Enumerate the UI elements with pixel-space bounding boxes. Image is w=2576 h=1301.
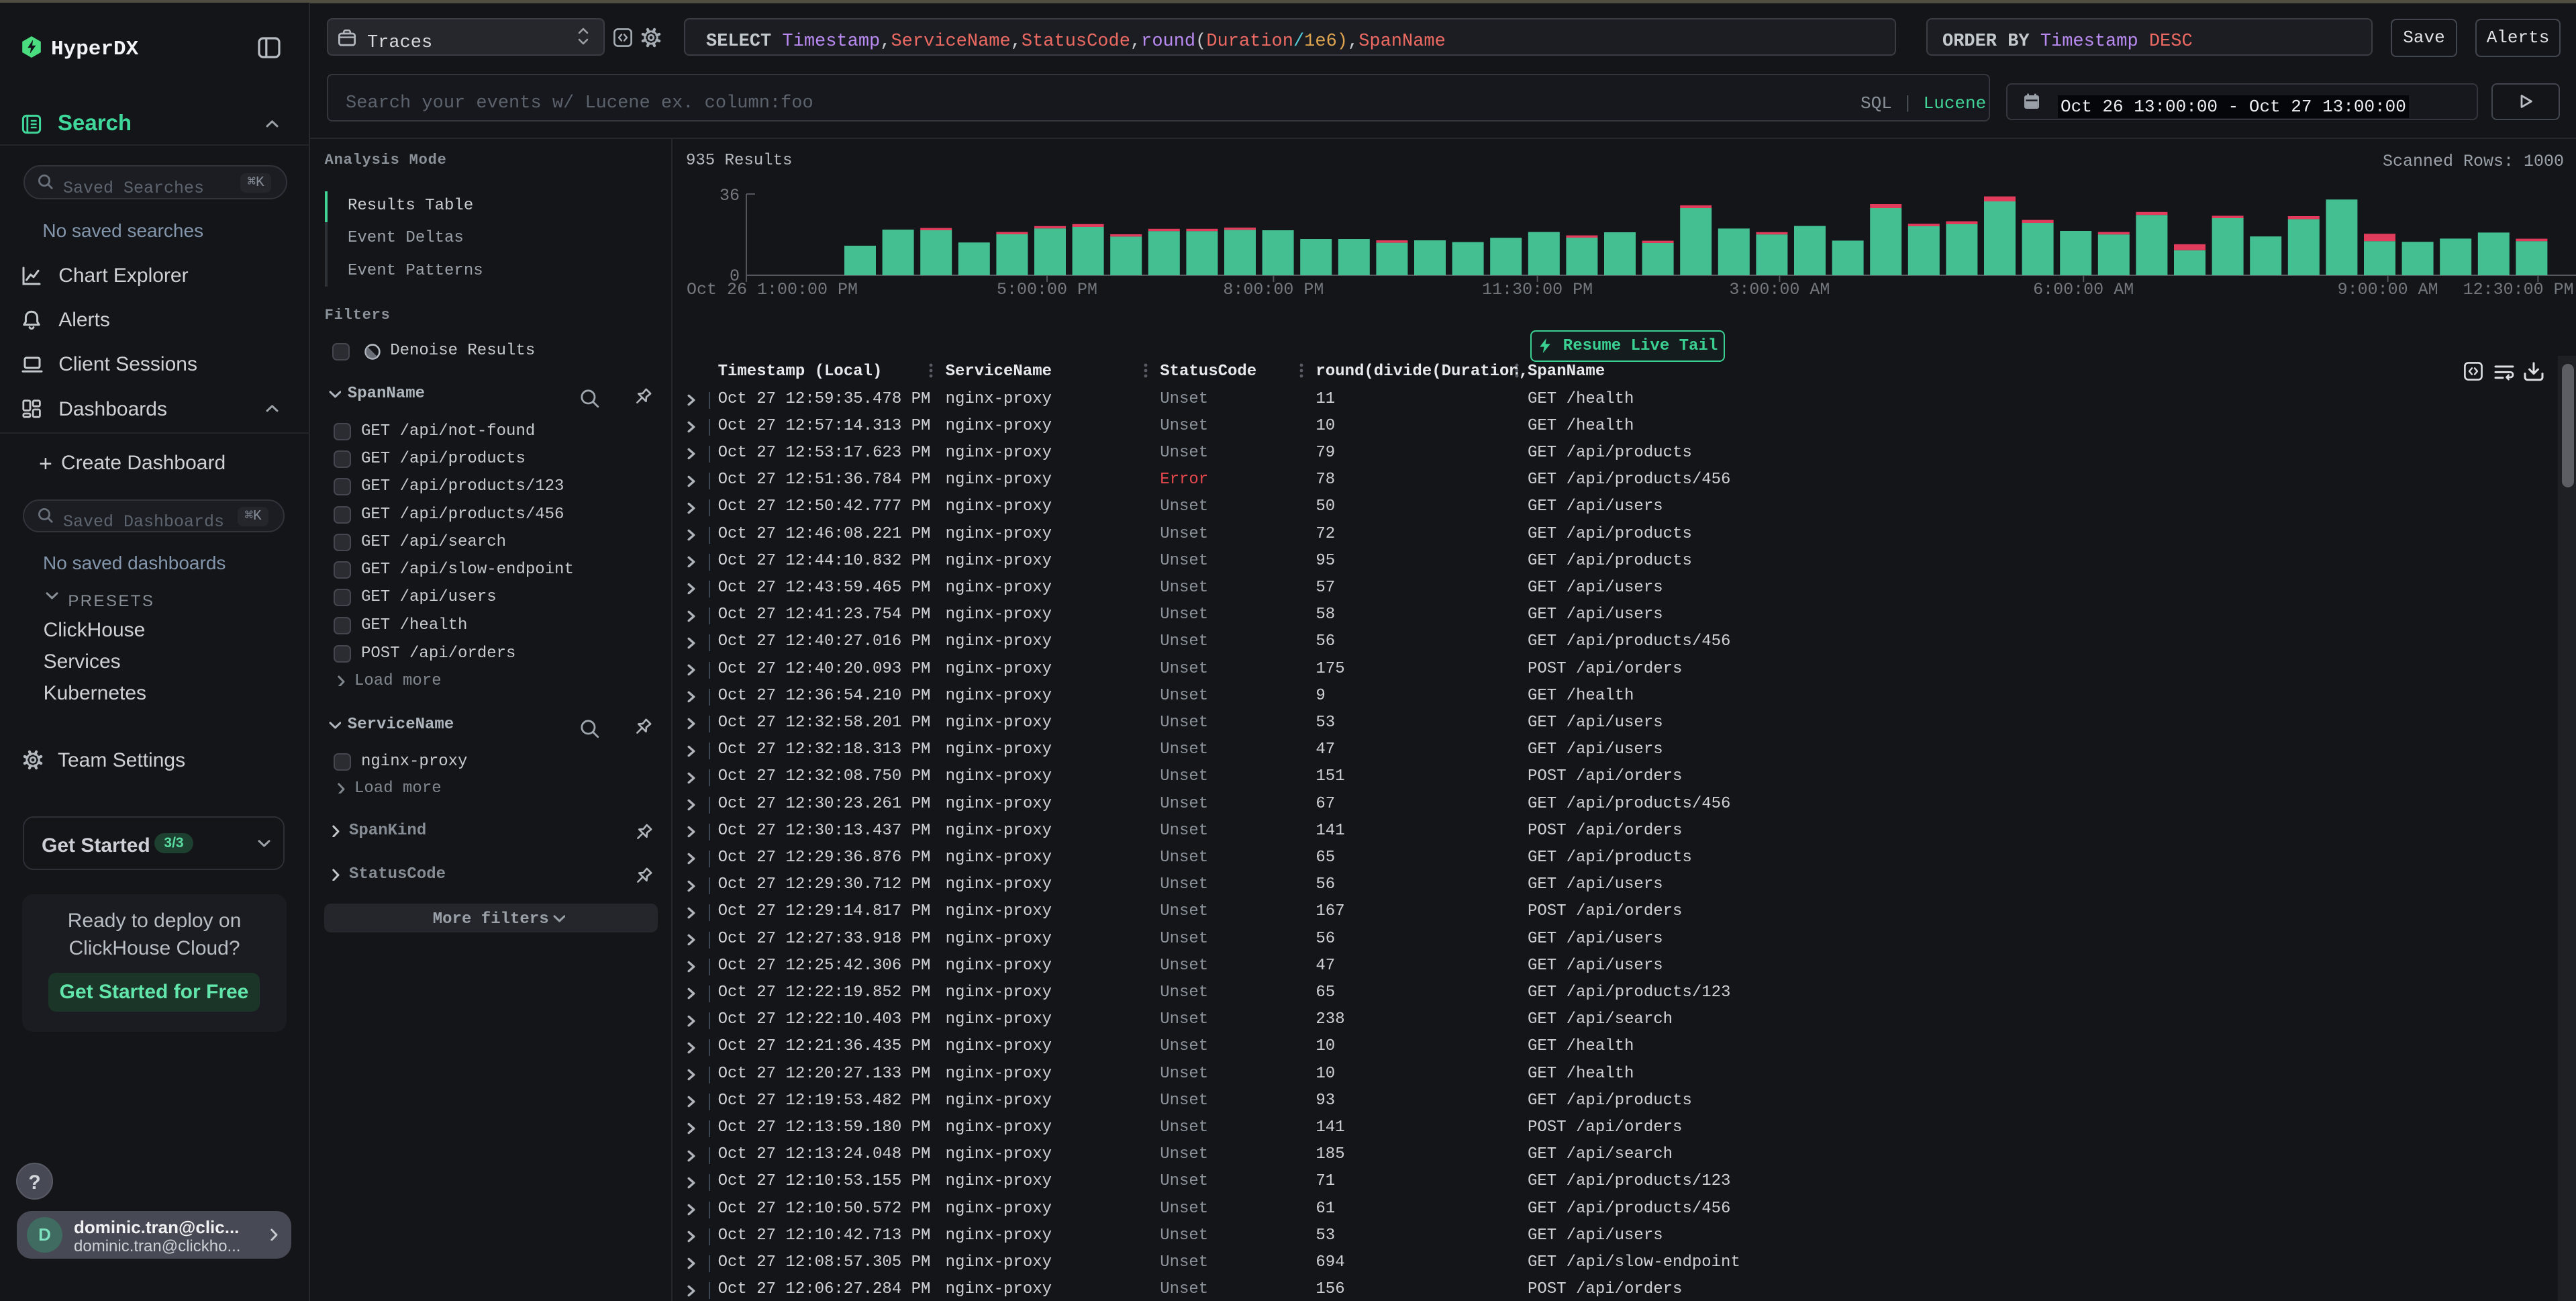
svg-text:12:30:00 PM: 12:30:00 PM (2463, 280, 2574, 299)
svg-text:36: 36 (720, 186, 740, 205)
svg-text:11:30:00 PM: 11:30:00 PM (1482, 280, 1593, 299)
svg-text:8:00:00 PM: 8:00:00 PM (1223, 280, 1324, 299)
svg-text:9:00:00 AM: 9:00:00 AM (2338, 280, 2438, 299)
svg-text:6:00:00 AM: 6:00:00 AM (2033, 280, 2134, 299)
svg-text:3:00:00 AM: 3:00:00 AM (1729, 280, 1830, 299)
svg-text:Oct 26 1:00:00 PM: Oct 26 1:00:00 PM (687, 280, 858, 299)
svg-text:5:00:00 PM: 5:00:00 PM (997, 280, 1097, 299)
